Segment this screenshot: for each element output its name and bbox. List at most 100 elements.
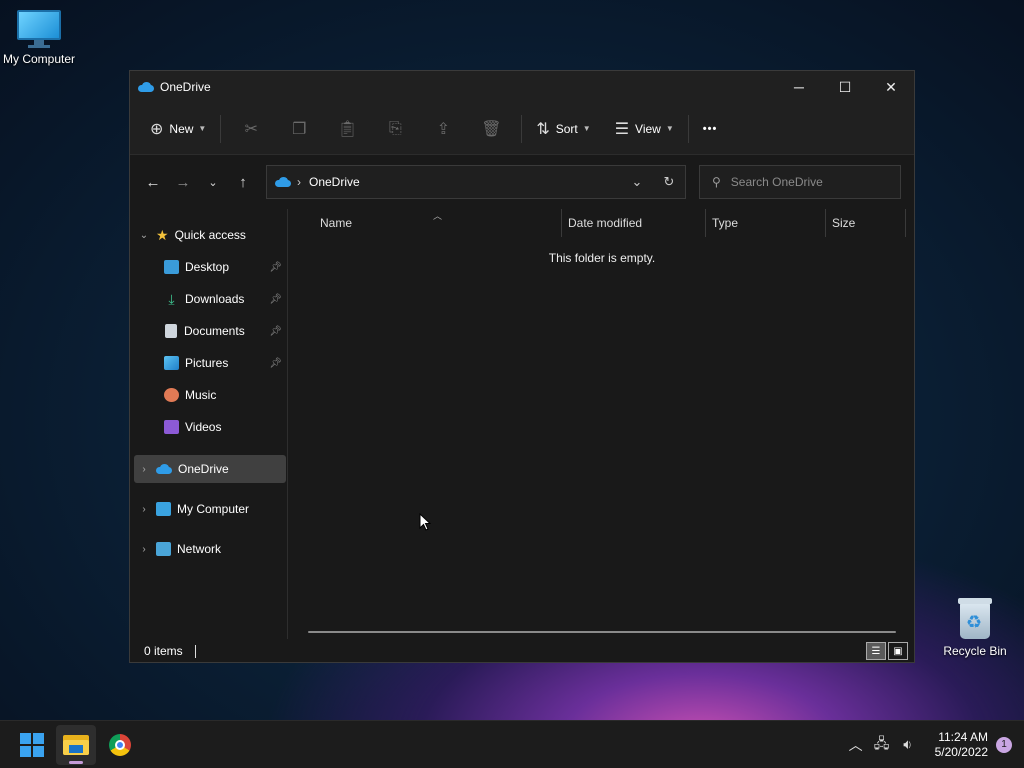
chevron-right-icon: ›: [297, 175, 301, 189]
sidebar-item-documents[interactable]: Documents 📌︎: [134, 317, 286, 345]
network-status-button[interactable]: 🖧︎: [869, 733, 895, 757]
chevron-up-icon: ︿: [848, 736, 863, 753]
download-arrow-icon: ⤓: [168, 290, 175, 307]
delete-button[interactable]: 🗑︎: [467, 111, 515, 147]
sidebar-item-downloads[interactable]: ⤓ Downloads 📌︎: [134, 285, 286, 313]
copy-button[interactable]: ❐: [275, 111, 323, 147]
sidebar-item-onedrive[interactable]: › OneDrive: [134, 455, 286, 483]
speaker-icon: 🔉︎: [903, 736, 913, 752]
file-list[interactable]: Name ︿ Date modified Type Size This fold…: [290, 209, 914, 639]
sidebar-item-my-computer[interactable]: › My Computer: [134, 495, 286, 523]
refresh-icon: ↻: [663, 174, 675, 189]
document-icon: [165, 324, 177, 338]
desktop-icon-label: My Computer: [2, 52, 76, 66]
new-button[interactable]: ⊕ New ▼: [142, 111, 214, 147]
picture-icon: [164, 356, 179, 370]
address-bar[interactable]: › OneDrive ⌄ ↻: [266, 165, 686, 199]
taskbar: ︿ 🖧︎ 🔉︎ 11:24 AM 5/20/2022 1: [0, 720, 1024, 768]
onedrive-icon: [156, 464, 172, 474]
title-bar[interactable]: OneDrive ─ ☐ ✕: [130, 71, 914, 103]
clipboard-icon: 📋︎: [337, 120, 358, 138]
chevron-right-icon[interactable]: ›: [134, 464, 154, 475]
notification-badge[interactable]: 1: [996, 736, 1012, 753]
close-button[interactable]: ✕: [868, 71, 914, 103]
large-icons-view-button[interactable]: ▣: [888, 642, 908, 660]
paste-button[interactable]: 📋︎: [323, 111, 371, 147]
toolbar-divider: [521, 114, 523, 143]
column-header-type[interactable]: Type: [706, 209, 826, 237]
sidebar-item-music[interactable]: Music: [134, 381, 286, 409]
address-history-button[interactable]: ⌄: [621, 174, 653, 190]
sidebar-item-network[interactable]: › Network: [134, 535, 286, 563]
volume-button[interactable]: 🔉︎: [895, 736, 921, 753]
chevron-expanded-icon[interactable]: ⌄: [134, 230, 154, 241]
clock[interactable]: 11:24 AM 5/20/2022: [935, 730, 988, 760]
column-header-date-modified[interactable]: Date modified: [562, 209, 706, 237]
recent-locations-button[interactable]: ⌄: [198, 167, 228, 197]
minimize-button[interactable]: ─: [776, 71, 822, 103]
folder-icon: [63, 734, 89, 755]
taskbar-chrome[interactable]: [100, 725, 140, 765]
rename-button[interactable]: ⎘: [371, 111, 419, 147]
show-hidden-icons-button[interactable]: ︿: [843, 735, 869, 755]
status-divider: [194, 644, 196, 658]
details-view-button[interactable]: ☰: [866, 642, 886, 660]
refresh-button[interactable]: ↻: [653, 174, 685, 190]
scissors-icon: ✂: [244, 120, 259, 138]
pin-icon: 📌︎: [269, 325, 282, 337]
pin-icon: 📌︎: [269, 293, 282, 305]
video-icon: [164, 420, 179, 434]
column-header-size[interactable]: Size: [826, 209, 906, 237]
toolbar-divider: [220, 114, 222, 143]
onedrive-icon: [275, 177, 291, 187]
sort-button[interactable]: ⇅ Sort ▼: [528, 111, 598, 147]
music-note-icon: [164, 388, 179, 402]
monitor-icon: [156, 502, 171, 516]
arrow-right-icon: →: [175, 173, 191, 191]
monitor-icon: [17, 10, 61, 48]
back-button[interactable]: ←: [138, 167, 168, 197]
navigation-pane[interactable]: ⌄ ★ Quick access Desktop 📌︎ ⤓ Downloads …: [130, 209, 288, 639]
search-box[interactable]: ⚲: [699, 165, 901, 199]
star-icon: ★: [156, 226, 169, 243]
trash-icon: 🗑︎: [481, 120, 502, 138]
view-button[interactable]: ☰ View ▼: [607, 111, 682, 147]
cut-button[interactable]: ✂: [227, 111, 275, 147]
copy-icon: ❐: [292, 120, 307, 138]
status-bar: 0 items ☰ ▣: [130, 639, 914, 663]
sidebar-item-videos[interactable]: Videos: [134, 413, 286, 441]
rename-icon: ⎘: [388, 119, 402, 137]
thumbnail-view-icon: ▣: [893, 645, 903, 657]
chevron-right-icon[interactable]: ›: [134, 544, 154, 555]
breadcrumb-onedrive[interactable]: OneDrive: [309, 175, 360, 189]
up-button[interactable]: ↑: [228, 167, 258, 197]
search-input[interactable]: [730, 175, 881, 189]
share-icon: ⇪: [436, 120, 451, 138]
ellipsis-icon: •••: [702, 122, 718, 135]
sidebar-item-pictures[interactable]: Pictures 📌︎: [134, 349, 286, 377]
list-view-icon: ☰: [614, 120, 630, 138]
maximize-button[interactable]: ☐: [822, 71, 868, 103]
share-button[interactable]: ⇪: [419, 111, 467, 147]
onedrive-icon: [138, 82, 154, 92]
toolbar-divider: [687, 114, 689, 143]
more-options-button[interactable]: •••: [695, 111, 726, 147]
sort-label: Sort: [555, 121, 578, 136]
desktop-icon-my-computer[interactable]: My Computer: [0, 10, 79, 66]
chevron-down-icon: ▼: [665, 124, 674, 133]
horizontal-scrollbar[interactable]: [308, 631, 896, 633]
arrow-up-icon: ↑: [239, 173, 247, 191]
chevron-down-icon: ▼: [582, 124, 591, 133]
start-button[interactable]: [12, 725, 52, 765]
forward-button[interactable]: →: [168, 167, 198, 197]
sidebar-item-quick-access[interactable]: ⌄ ★ Quick access: [134, 221, 286, 249]
taskbar-file-explorer[interactable]: [56, 724, 96, 765]
windows-logo-icon: [20, 732, 44, 757]
desktop-icon-recycle-bin[interactable]: ♻ Recycle Bin: [935, 598, 1015, 658]
new-label: New: [169, 121, 194, 136]
item-count: 0 items: [144, 644, 183, 658]
chevron-right-icon[interactable]: ›: [134, 504, 154, 515]
running-indicator: [69, 760, 83, 764]
sidebar-item-desktop[interactable]: Desktop 📌︎: [134, 253, 286, 281]
pin-icon: 📌︎: [269, 357, 282, 369]
